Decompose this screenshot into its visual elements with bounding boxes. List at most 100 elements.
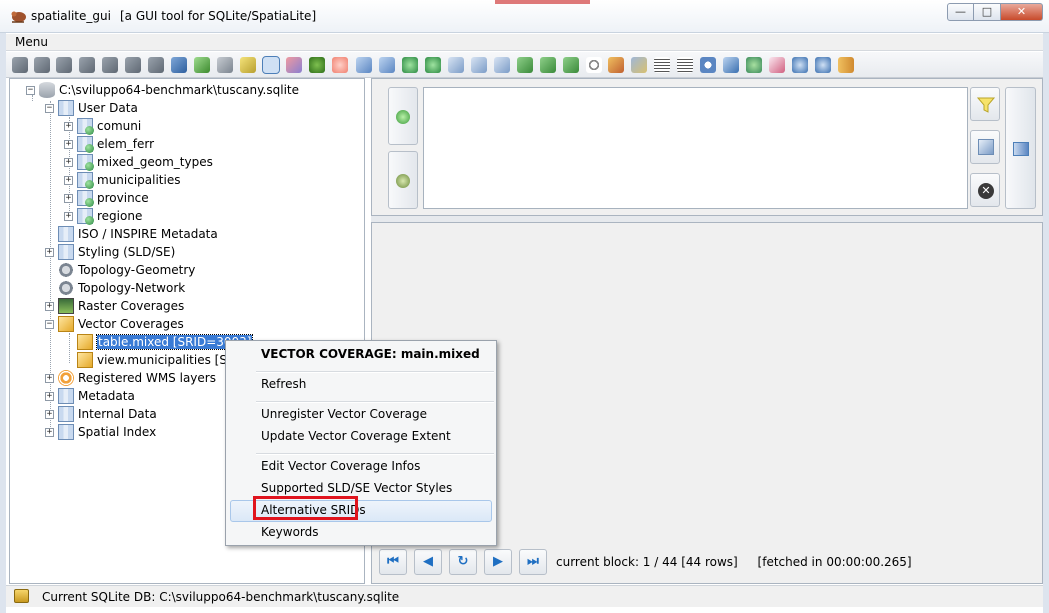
- first-block-button[interactable]: ⏮: [379, 549, 407, 575]
- export-dxf-icon[interactable]: [494, 57, 510, 73]
- load-db-icon[interactable]: [102, 57, 118, 73]
- tree-node-elem-ferr[interactable]: + elem_ferr: [64, 135, 154, 153]
- tree-node-raster-coverages[interactable]: + Raster Coverages: [45, 297, 184, 315]
- check-geom-icon[interactable]: [631, 57, 647, 73]
- menu-item-edit-infos[interactable]: Edit Vector Coverage Infos: [261, 459, 420, 473]
- tree-node-regione[interactable]: + regione: [64, 207, 142, 225]
- tree-node-municipalities[interactable]: + municipalities: [64, 171, 180, 189]
- database-icon: [39, 82, 55, 98]
- tree-node-metadata[interactable]: + Metadata: [45, 387, 135, 405]
- tree-node-topology-geometry[interactable]: Topology-Geometry: [45, 261, 195, 279]
- refresh-block-button[interactable]: ↻: [449, 549, 477, 575]
- export-db-icon[interactable]: [148, 57, 164, 73]
- menu-item-supported-styles[interactable]: Supported SLD/SE Vector Styles: [261, 481, 452, 495]
- font-icon[interactable]: [769, 57, 785, 73]
- about-icon[interactable]: [815, 57, 831, 73]
- tree-node-label: mixed_geom_types: [97, 155, 213, 169]
- excel-icon[interactable]: [540, 57, 556, 73]
- text-list-icon[interactable]: [654, 57, 670, 73]
- tree-node-user-data[interactable]: − User Data: [45, 99, 138, 117]
- bug-icon[interactable]: [309, 57, 325, 73]
- network-icon[interactable]: [723, 57, 739, 73]
- menu-item-menu[interactable]: Menu: [15, 35, 48, 49]
- maximize-button[interactable]: □: [974, 3, 1001, 21]
- wms-icon[interactable]: [700, 57, 716, 73]
- expand-toggle[interactable]: +: [45, 409, 54, 419]
- load-network-icon[interactable]: [402, 57, 418, 73]
- tree-node-mixed-geom-types[interactable]: + mixed_geom_types: [64, 153, 213, 171]
- eye-icon[interactable]: [586, 57, 602, 73]
- topology-icon: [58, 262, 74, 278]
- create-db-icon[interactable]: [56, 57, 72, 73]
- clear-sql-button[interactable]: ✕: [970, 173, 1000, 207]
- load-dbf-icon[interactable]: [379, 57, 395, 73]
- history-back-button[interactable]: [388, 87, 418, 145]
- export-sql-icon[interactable]: [563, 57, 579, 73]
- load-sql-button[interactable]: [970, 130, 1000, 164]
- load-file-icon: [978, 139, 994, 155]
- chart-icon[interactable]: [286, 57, 302, 73]
- table-folder-icon: [58, 424, 74, 440]
- tree-node-topology-network[interactable]: Topology-Network: [45, 279, 185, 297]
- tree-node-view-municipalities[interactable]: view.municipalities [SRI: [64, 351, 239, 369]
- execute-sql-button[interactable]: [1005, 87, 1036, 209]
- help-icon[interactable]: [792, 57, 808, 73]
- expand-toggle[interactable]: +: [45, 373, 54, 383]
- sql-editor[interactable]: [423, 87, 968, 209]
- tree-node-internal-data[interactable]: + Internal Data: [45, 405, 157, 423]
- tree-node-wms-layers[interactable]: + Registered WMS layers: [45, 369, 216, 387]
- expand-toggle[interactable]: +: [45, 301, 54, 311]
- menu-item-update-extent[interactable]: Update Vector Coverage Extent: [261, 429, 451, 443]
- virtual-shp-icon[interactable]: [240, 57, 256, 73]
- load-shp-icon[interactable]: [217, 57, 233, 73]
- sql-script-icon[interactable]: [194, 57, 210, 73]
- filter-button[interactable]: [970, 87, 1000, 121]
- menu-item-keywords[interactable]: Keywords: [261, 525, 319, 539]
- crs-icon[interactable]: [332, 57, 348, 73]
- expand-toggle[interactable]: +: [64, 175, 73, 185]
- next-block-button[interactable]: ▶: [484, 549, 512, 575]
- collapse-toggle[interactable]: −: [45, 319, 54, 329]
- previous-block-button[interactable]: ◀: [414, 549, 442, 575]
- expand-toggle[interactable]: +: [45, 391, 54, 401]
- load-xl-icon[interactable]: [448, 57, 464, 73]
- expand-toggle[interactable]: +: [45, 247, 54, 257]
- export-xl-icon[interactable]: [517, 57, 533, 73]
- close-button[interactable]: ✕: [1001, 3, 1043, 21]
- tree-node-iso-metadata[interactable]: ISO / INSPIRE Metadata: [45, 225, 218, 243]
- clear-icon: ✕: [978, 183, 994, 199]
- blend-icon[interactable]: [608, 57, 624, 73]
- tree-view-icon[interactable]: [262, 56, 280, 74]
- query-builder-icon[interactable]: [356, 57, 372, 73]
- tree-node-province[interactable]: + province: [64, 189, 149, 207]
- geometry-check-icon[interactable]: [425, 57, 441, 73]
- expand-toggle[interactable]: +: [45, 427, 54, 437]
- tree-node-vector-coverages[interactable]: − Vector Coverages: [45, 315, 184, 333]
- tree-node-root[interactable]: − C:\sviluppo64-benchmark\tuscany.sqlite: [26, 81, 299, 99]
- vacuum-icon[interactable]: [171, 57, 187, 73]
- tree-node-label: Topology-Geometry: [78, 263, 196, 277]
- collapse-toggle[interactable]: −: [45, 103, 54, 113]
- exit-icon[interactable]: [838, 57, 854, 73]
- expand-toggle[interactable]: +: [64, 139, 73, 149]
- tree-node-spatial-index[interactable]: + Spatial Index: [45, 423, 156, 441]
- tree-node-comuni[interactable]: + comuni: [64, 117, 141, 135]
- last-block-button[interactable]: ⏭: [519, 549, 547, 575]
- save-db-icon[interactable]: [125, 57, 141, 73]
- tree-node-styling[interactable]: + Styling (SLD/SE): [45, 243, 175, 261]
- expand-toggle[interactable]: +: [64, 157, 73, 167]
- menu-item-unregister[interactable]: Unregister Vector Coverage: [261, 407, 427, 421]
- memory-db-icon[interactable]: [79, 57, 95, 73]
- collapse-toggle[interactable]: −: [26, 85, 35, 95]
- disconnect-icon[interactable]: [34, 57, 50, 73]
- load-xml-icon[interactable]: [471, 57, 487, 73]
- expand-toggle[interactable]: +: [64, 193, 73, 203]
- history-forward-button[interactable]: [388, 151, 418, 209]
- minimize-button[interactable]: —: [947, 3, 974, 21]
- attributes-icon[interactable]: [677, 57, 693, 73]
- expand-toggle[interactable]: +: [64, 121, 73, 131]
- menu-item-refresh[interactable]: Refresh: [261, 377, 306, 391]
- globe-icon[interactable]: [746, 57, 762, 73]
- expand-toggle[interactable]: +: [64, 211, 73, 221]
- connect-icon[interactable]: [12, 57, 28, 73]
